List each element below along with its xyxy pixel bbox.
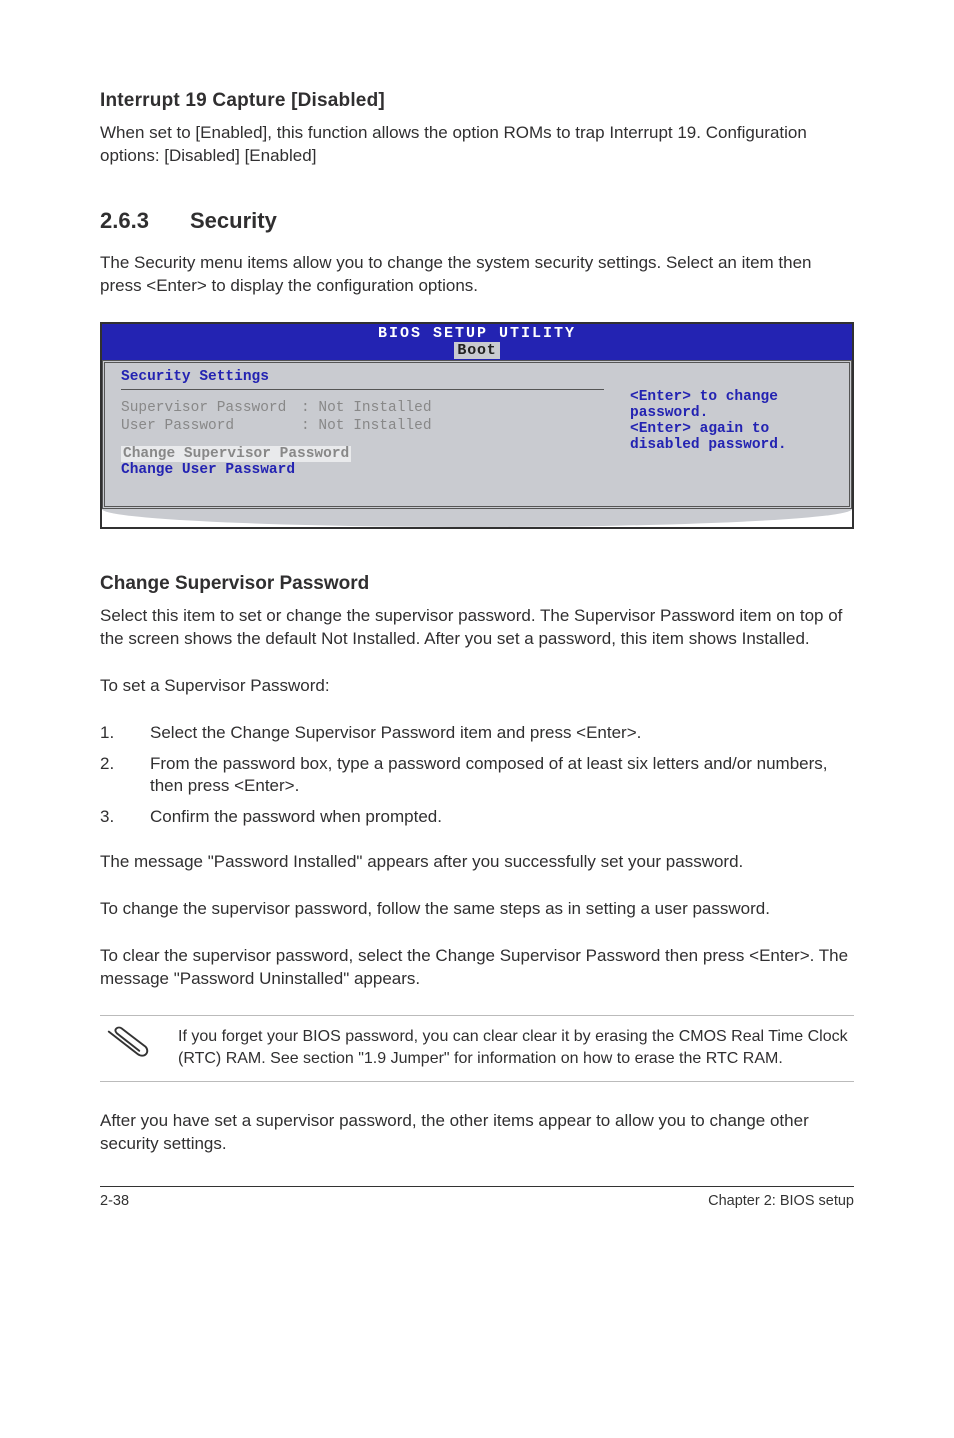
bios-screenshot: BIOS SETUP UTILITY Boot Security Setting…	[100, 322, 854, 529]
bios-title-text: BIOS SETUP UTILITY	[378, 325, 576, 342]
heading-interrupt19: Interrupt 19 Capture [Disabled]	[100, 90, 854, 112]
section-heading-security: 2.6.3Security	[100, 208, 854, 234]
bios-value: : Not Installed	[301, 400, 432, 416]
note-text: If you forget your BIOS password, you ca…	[178, 1026, 854, 1069]
section-title: Security	[190, 208, 277, 233]
para-clear-password: To clear the supervisor password, select…	[100, 945, 854, 991]
section-number: 2.6.3	[100, 208, 190, 234]
para-to-set: To set a Supervisor Password:	[100, 675, 854, 698]
step-index: 2.	[100, 753, 150, 799]
bios-bottom-curve	[102, 509, 852, 527]
page-number: 2-38	[100, 1193, 129, 1209]
chapter-label: Chapter 2: BIOS setup	[708, 1193, 854, 1209]
bios-field-supervisor: Supervisor Password: Not Installed	[121, 400, 604, 416]
bios-menu-change-user[interactable]: Change User Passward	[121, 462, 604, 478]
bios-value: : Not Installed	[301, 418, 432, 434]
bios-titlebar: BIOS SETUP UTILITY Boot	[102, 324, 852, 360]
note-icon	[100, 1026, 156, 1071]
list-item: 3.Confirm the password when prompted.	[100, 806, 854, 829]
steps-list: 1.Select the Change Supervisor Password …	[100, 722, 854, 830]
para-change-supervisor-desc: Select this item to set or change the su…	[100, 605, 854, 651]
bios-tab-boot: Boot	[454, 342, 499, 359]
note-callout: If you forget your BIOS password, you ca…	[100, 1015, 854, 1082]
paperclip-icon	[104, 1026, 152, 1066]
bios-help-pane: <Enter> to change password. <Enter> agai…	[620, 360, 852, 509]
bios-menu-change-supervisor[interactable]: Change Supervisor Password	[121, 446, 351, 462]
bios-left-pane: Security Settings Supervisor Password: N…	[102, 360, 620, 509]
para-change-password: To change the supervisor password, follo…	[100, 898, 854, 921]
bios-help-text: <Enter> to change password. <Enter> agai…	[630, 389, 839, 453]
step-text: Confirm the password when prompted.	[150, 806, 854, 829]
bios-subheading: Security Settings	[121, 369, 604, 390]
step-index: 1.	[100, 722, 150, 745]
list-item: 1.Select the Change Supervisor Password …	[100, 722, 854, 745]
heading-change-supervisor: Change Supervisor Password	[100, 573, 854, 595]
para-after-set: After you have set a supervisor password…	[100, 1110, 854, 1156]
para-interrupt19-desc: When set to [Enabled], this function all…	[100, 122, 854, 168]
step-text: Select the Change Supervisor Password it…	[150, 722, 854, 745]
para-password-installed: The message "Password Installed" appears…	[100, 851, 854, 874]
step-index: 3.	[100, 806, 150, 829]
list-item: 2.From the password box, type a password…	[100, 753, 854, 799]
page-footer: 2-38 Chapter 2: BIOS setup	[100, 1186, 854, 1209]
bios-field-user: User Password: Not Installed	[121, 418, 604, 434]
bios-label: Supervisor Password	[121, 400, 301, 416]
bios-label: User Password	[121, 418, 301, 434]
para-security-intro: The Security menu items allow you to cha…	[100, 252, 854, 298]
step-text: From the password box, type a password c…	[150, 753, 854, 799]
